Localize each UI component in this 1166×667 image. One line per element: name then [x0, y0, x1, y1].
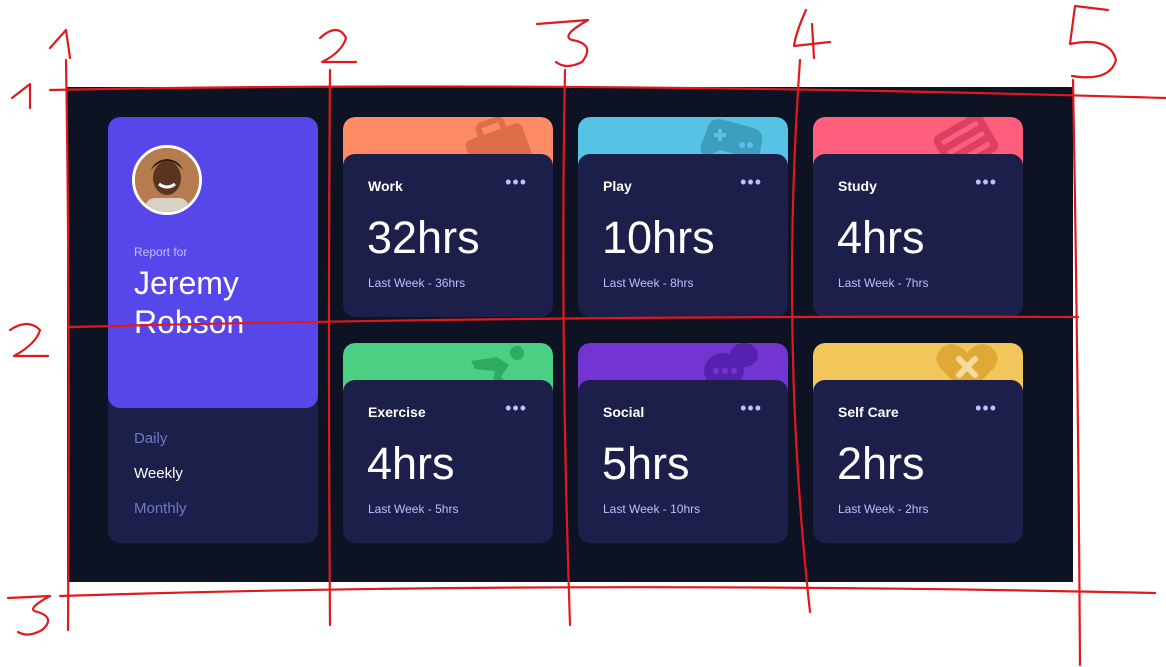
activity-card-play: Play ••• 10hrs Last Week - 8hrs [578, 117, 788, 317]
ellipsis-menu-icon[interactable]: ••• [740, 398, 762, 419]
activity-card-self-care: Self Care ••• 2hrs Last Week - 2hrs [813, 343, 1023, 543]
column-number-1 [48, 28, 72, 60]
activity-card-exercise: Exercise ••• 4hrs Last Week - 5hrs [343, 343, 553, 543]
column-number-4 [792, 8, 832, 60]
row-number-2 [8, 322, 50, 358]
previous-hours: Last Week - 10hrs [603, 502, 701, 516]
current-hours: 10hrs [602, 212, 715, 263]
ellipsis-menu-icon[interactable]: ••• [505, 172, 527, 193]
previous-hours: Last Week - 36hrs [368, 276, 466, 290]
profile-header: Report for Jeremy Robson [108, 117, 318, 408]
ellipsis-menu-icon[interactable]: ••• [975, 172, 997, 193]
card-title: Work [368, 178, 403, 194]
ellipsis-menu-icon[interactable]: ••• [975, 398, 997, 419]
card-title: Self Care [838, 404, 899, 420]
previous-hours: Last Week - 5hrs [368, 502, 459, 516]
column-number-5 [1068, 4, 1118, 79]
avatar-image [135, 148, 199, 212]
column-number-3 [535, 18, 590, 68]
column-number-2 [318, 28, 358, 64]
card-body[interactable]: Exercise ••• 4hrs Last Week - 5hrs [343, 380, 553, 543]
period-monthly-button[interactable]: Monthly [134, 500, 187, 517]
card-body[interactable]: Work ••• 32hrs Last Week - 36hrs [343, 154, 553, 317]
period-daily-button[interactable]: Daily [134, 430, 167, 447]
ellipsis-menu-icon[interactable]: ••• [505, 398, 527, 419]
card-title: Exercise [368, 404, 426, 420]
grid-line-vertical-5 [1071, 78, 1082, 667]
activity-card-social: Social ••• 5hrs Last Week - 10hrs [578, 343, 788, 543]
grid-line-horizontal-3 [58, 586, 1157, 598]
period-weekly-button[interactable]: Weekly [134, 465, 183, 482]
time-tracking-dashboard: Report for Jeremy Robson Daily Weekly Mo… [67, 87, 1073, 582]
card-body[interactable]: Social ••• 5hrs Last Week - 10hrs [578, 380, 788, 543]
activity-card-work: Work ••• 32hrs Last Week - 36hrs [343, 117, 553, 317]
profile-card: Report for Jeremy Robson Daily Weekly Mo… [108, 117, 318, 543]
current-hours: 2hrs [837, 438, 925, 489]
current-hours: 4hrs [837, 212, 925, 263]
card-body[interactable]: Self Care ••• 2hrs Last Week - 2hrs [813, 380, 1023, 543]
card-body[interactable]: Play ••• 10hrs Last Week - 8hrs [578, 154, 788, 317]
card-title: Play [603, 178, 632, 194]
ellipsis-menu-icon[interactable]: ••• [740, 172, 762, 193]
current-hours: 5hrs [602, 438, 690, 489]
current-hours: 4hrs [367, 438, 455, 489]
row-number-3 [6, 594, 52, 636]
card-title: Social [603, 404, 645, 420]
previous-hours: Last Week - 8hrs [603, 276, 694, 290]
current-hours: 32hrs [367, 212, 480, 263]
user-name: Jeremy Robson [134, 265, 245, 340]
row-number-1 [10, 82, 32, 110]
card-body[interactable]: Study ••• 4hrs Last Week - 7hrs [813, 154, 1023, 317]
activity-card-study: Study ••• 4hrs Last Week - 7hrs [813, 117, 1023, 317]
report-for-label: Report for [134, 245, 188, 259]
previous-hours: Last Week - 2hrs [838, 502, 929, 516]
avatar [132, 145, 202, 215]
previous-hours: Last Week - 7hrs [838, 276, 929, 290]
card-title: Study [838, 178, 877, 194]
